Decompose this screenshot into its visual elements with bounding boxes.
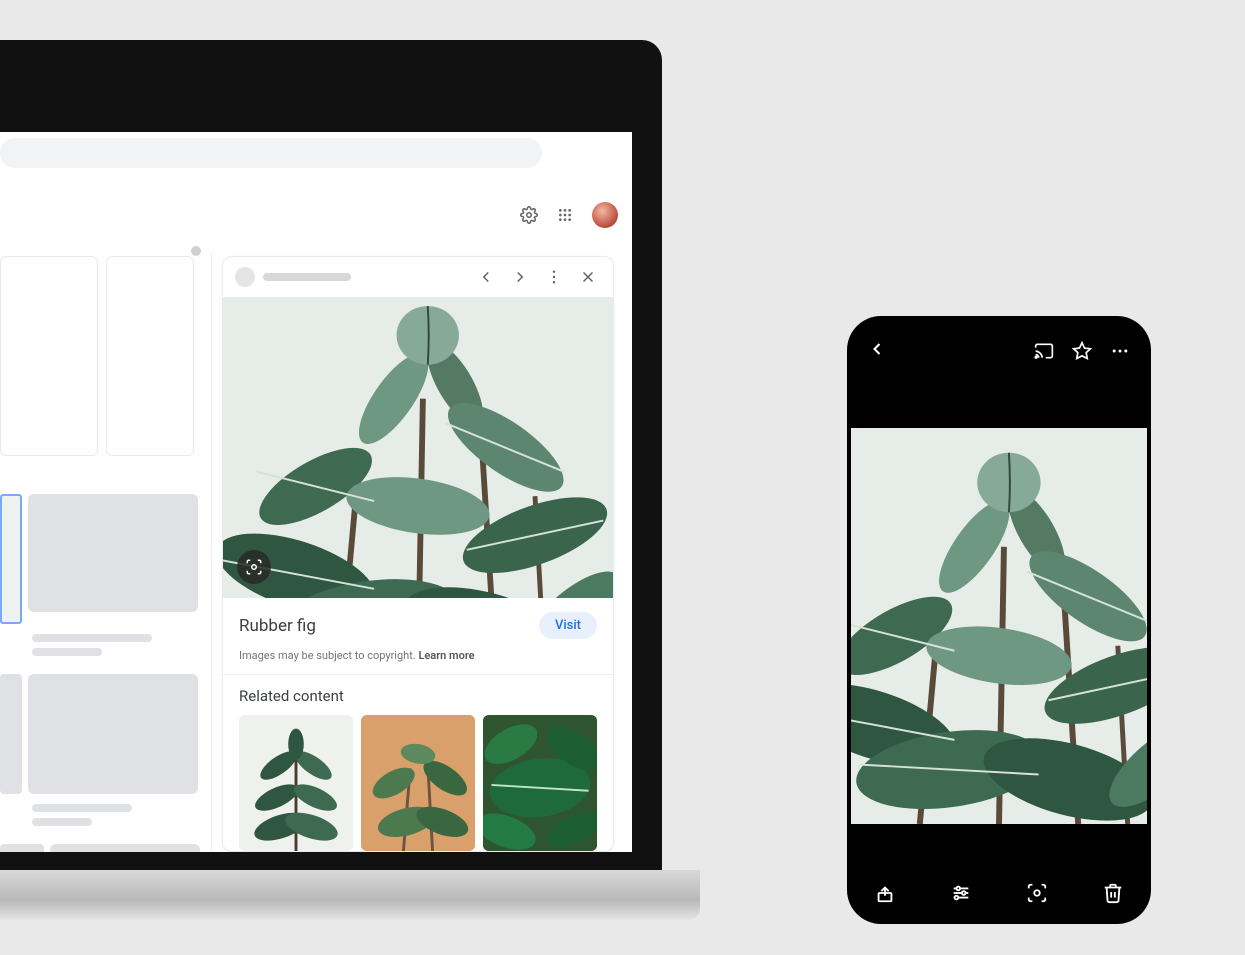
prev-button[interactable] [473, 264, 499, 290]
result-placeholder[interactable] [28, 674, 198, 794]
edit-sliders-icon[interactable] [948, 880, 974, 906]
result-placeholder[interactable] [0, 844, 44, 852]
related-thumb[interactable] [483, 715, 597, 851]
info-icon[interactable] [191, 246, 201, 256]
laptop-bezel: Rubber fig Visit Images may be subject t… [0, 40, 662, 870]
source-avatar[interactable] [235, 267, 255, 287]
content-area: Rubber fig Visit Images may be subject t… [0, 252, 632, 852]
result-placeholder[interactable] [106, 256, 194, 456]
address-bar[interactable] [0, 138, 542, 168]
apps-grid-icon[interactable] [556, 206, 574, 224]
result-placeholder[interactable] [28, 494, 198, 612]
text-placeholder [32, 648, 102, 656]
result-placeholder[interactable] [0, 674, 22, 794]
cast-icon[interactable] [1033, 340, 1055, 362]
delete-icon[interactable] [1100, 880, 1126, 906]
result-placeholder[interactable] [0, 256, 98, 456]
image-detail-panel: Rubber fig Visit Images may be subject t… [222, 256, 614, 852]
results-grid [0, 252, 212, 852]
image-title: Rubber fig [239, 616, 539, 636]
header-actions [520, 202, 618, 228]
phone-photo[interactable] [851, 428, 1147, 824]
laptop-mockup: Rubber fig Visit Images may be subject t… [0, 40, 700, 920]
text-placeholder [32, 818, 92, 826]
panel-header [223, 257, 613, 297]
browser-chrome [0, 132, 632, 252]
result-selected-thumb[interactable] [0, 494, 22, 624]
lens-button[interactable] [237, 550, 271, 584]
copyright-text: Images may be subject to copyright. [239, 649, 418, 662]
result-placeholder[interactable] [50, 844, 200, 852]
more-options-icon[interactable] [541, 264, 567, 290]
back-button[interactable] [867, 339, 887, 363]
close-button[interactable] [575, 264, 601, 290]
source-name-placeholder [263, 273, 351, 281]
laptop-base [0, 870, 700, 920]
title-row: Rubber fig Visit [223, 598, 613, 649]
more-horizontal-icon[interactable] [1109, 340, 1131, 362]
phone-bottombar [847, 880, 1151, 906]
visit-button[interactable]: Visit [539, 612, 597, 639]
related-heading: Related content [239, 687, 597, 705]
text-placeholder [32, 804, 132, 812]
copyright-row: Images may be subject to copyright. Lear… [223, 649, 613, 675]
phone-topbar [847, 336, 1151, 366]
phone-mockup [847, 316, 1151, 924]
laptop-screen: Rubber fig Visit Images may be subject t… [0, 132, 632, 852]
share-icon[interactable] [872, 880, 898, 906]
related-thumb[interactable] [239, 715, 353, 851]
settings-icon[interactable] [520, 206, 538, 224]
related-thumb[interactable] [361, 715, 475, 851]
star-icon[interactable] [1071, 340, 1093, 362]
lens-icon[interactable] [1024, 880, 1050, 906]
hero-image[interactable] [223, 297, 613, 598]
profile-avatar[interactable] [592, 202, 618, 228]
related-section: Related content [223, 675, 613, 851]
text-placeholder [32, 634, 152, 642]
next-button[interactable] [507, 264, 533, 290]
learn-more-link[interactable]: Learn more [418, 649, 474, 662]
